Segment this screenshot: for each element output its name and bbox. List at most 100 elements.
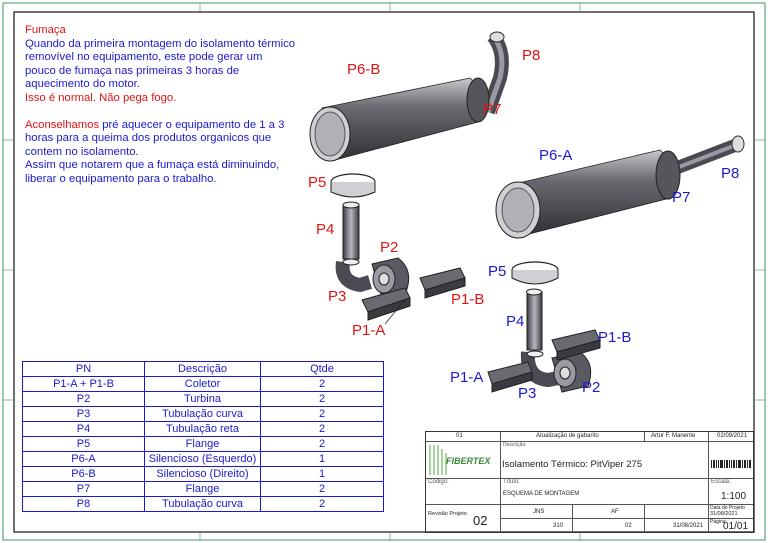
parts-table: PN Descrição Qtde P1-A + P1-B Coletor 2 P2… (22, 361, 384, 512)
logo-stripes-icon (429, 445, 447, 475)
rev-project-cell: Revisão Projeto 02 (426, 505, 501, 532)
label-bottom-p6a: P6-A (539, 147, 573, 164)
label-top-p8: P8 (522, 47, 541, 64)
cell-pn: P8 (22, 496, 145, 512)
rev-number: 01 (456, 433, 463, 439)
cell-description: Silencioso (Direito) (144, 466, 261, 482)
cell-qty: 2 (260, 436, 384, 452)
notes-advice-word: Aconselhamos (25, 118, 100, 131)
reviewer-cell: AF (573, 505, 645, 519)
model-value: 310 (553, 523, 564, 529)
header-descricao: Descrição (144, 361, 261, 377)
blank-cell (645, 505, 709, 519)
table-row: P7 Flange 2 (22, 481, 384, 497)
label-top-p6b: P6-B (347, 61, 381, 78)
label-bottom-p1a: P1-A (450, 369, 484, 386)
parts-table-header: PN Descrição Qtde (22, 361, 384, 377)
cell-description: Tubulação curva (144, 496, 261, 512)
rev-project-label: Revisão Projeto (428, 511, 467, 517)
scale-label: Escala: (711, 479, 731, 485)
label-top-p7: P7 (483, 101, 502, 118)
description-cell: Descrição: Isolamento Térmico: PitViper … (501, 442, 709, 479)
code-cell: Código: (426, 479, 501, 505)
date-project-value: 31/08/2021 (710, 511, 738, 517)
description-value: Isolamento Térmico: PitViper 275 (502, 459, 643, 470)
table-row: P2 Turbina 2 (22, 391, 384, 407)
cell-pn: P3 (22, 406, 145, 422)
cell-pn: P6-B (22, 466, 145, 482)
model-rev-cell: 02 (573, 519, 645, 532)
label-top-p1b: P1-B (451, 291, 485, 308)
rev-date: 02/09/2021 (717, 433, 748, 439)
date-rev-value: 31/08/2021 (673, 523, 704, 529)
cell-qty: 1 (260, 466, 384, 482)
page-cell: Página: 01/01 (709, 519, 753, 532)
header-qtde: Qtde (260, 361, 384, 377)
barcode-cell (709, 442, 753, 479)
logo-cell: FIBERTEX (426, 442, 501, 479)
cell-qty: 2 (260, 391, 384, 407)
table-row: P5 Flange 2 (22, 436, 384, 452)
scale-value: 1:100 (721, 491, 747, 502)
title-value: ESQUEMA DE MONTAGEM (503, 491, 580, 497)
date-rev-cell: 31/08/2021 (645, 519, 709, 532)
label-bottom-p4: P4 (506, 313, 525, 330)
rev-date-cell: 02/09/2021 (709, 432, 753, 442)
date-project-cell: Data do Projeto 31/08/2021 (709, 505, 753, 519)
cell-description: Flange (144, 436, 261, 452)
model-rev-value: 02 (625, 523, 632, 529)
cell-pn: P1-A + P1-B (22, 376, 145, 392)
cell-description: Tubulação reta (144, 421, 261, 437)
notes-paragraph-4: Assim que notarem que a fumaça está dimi… (25, 159, 280, 185)
label-bottom-p1b: P1-B (598, 329, 632, 346)
page-value: 01/01 (723, 521, 749, 532)
label-bottom-p8: P8 (721, 165, 740, 182)
label-bottom-p2: P2 (582, 379, 601, 396)
rev-cell: 01 (426, 432, 501, 442)
cell-qty: 2 (260, 496, 384, 512)
table-row: P4 Tubulação reta 2 (22, 421, 384, 437)
rev-project-value: 02 (473, 513, 488, 528)
notes-paragraph-1: Quando da primeira montagem do isolament… (25, 37, 296, 91)
cell-pn: P4 (22, 421, 145, 437)
cell-qty: 2 (260, 406, 384, 422)
cell-qty: 2 (260, 481, 384, 497)
cell-description: Flange (144, 481, 261, 497)
rev-description: Atualização de gabarito (536, 433, 599, 439)
cell-qty: 2 (260, 376, 384, 392)
rev-author-cell: Artur F. Manente (645, 432, 709, 442)
title-block: 01 Atualização de gabarito Artur F. Mane… (425, 431, 754, 533)
label-bottom-p7: P7 (672, 189, 691, 206)
label-bottom-p3: P3 (518, 385, 537, 402)
label-top-p2: P2 (380, 239, 399, 256)
cell-pn: P6-A (22, 451, 145, 467)
model-cell: 310 (501, 519, 573, 532)
header-pn: PN (22, 361, 145, 377)
code-label: Código: (428, 479, 449, 485)
cell-pn: P5 (22, 436, 145, 452)
assembly-notes: Fumaça Quando da primeira montagem do is… (25, 24, 295, 187)
cell-pn: P7 (22, 481, 145, 497)
notes-paragraph-2: Isso é normal. Não pega fogo. (25, 91, 177, 104)
cell-qty: 1 (260, 451, 384, 467)
reviewer-value: AF (611, 509, 619, 515)
author-cell: JNS (501, 505, 573, 519)
cell-description: Tubulação curva (144, 406, 261, 422)
rev-desc-cell: Atualização de gabarito (501, 432, 645, 442)
cell-description: Coletor (144, 376, 261, 392)
notes-title: Fumaça (25, 24, 66, 36)
cell-description: Silencioso (Esquerdo) (144, 451, 261, 467)
table-row: P8 Tubulação curva 2 (22, 496, 384, 512)
cell-qty: 2 (260, 421, 384, 437)
rev-author: Artur F. Manente (651, 433, 696, 439)
label-top-p4: P4 (316, 221, 335, 238)
top-assembly-drawing (309, 31, 509, 325)
label-top-p3: P3 (328, 288, 347, 305)
logo-text: FIBERTEX (446, 456, 491, 466)
table-row: P6-B Silencioso (Direito) 1 (22, 466, 384, 482)
table-row: P3 Tubulação curva 2 (22, 406, 384, 422)
label-top-p5: P5 (308, 174, 327, 191)
notes-paragraph-3: Aconselhamos pré aquecer o equipamento d… (25, 119, 295, 160)
author-value: JNS (533, 509, 545, 515)
description-label: Descrição: (503, 442, 527, 448)
